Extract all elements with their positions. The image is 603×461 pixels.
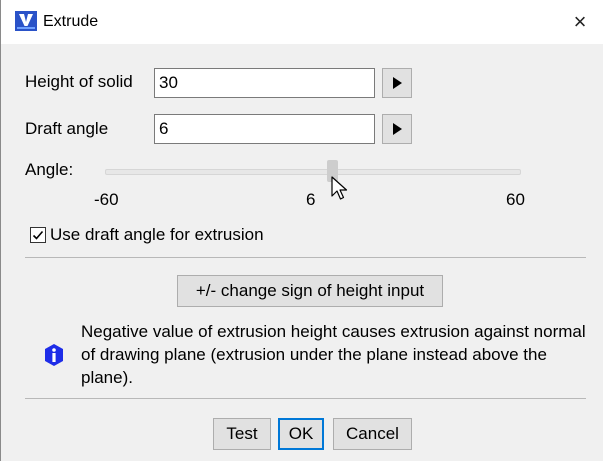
slider-min-label: -60 [94,190,119,209]
divider [25,257,586,258]
play-arrow-icon [392,77,402,89]
info-icon [45,344,63,366]
draft-angle-checkbox-label[interactable]: Use draft angle for extrusion [50,225,264,245]
test-button[interactable]: Test [213,418,271,450]
draft-angle-arrow-button[interactable] [382,114,412,144]
angle-label: Angle: [25,160,74,179]
close-icon: × [573,9,587,34]
height-label: Height of solid [25,72,133,91]
extrude-dialog: Extrude × Height of solid Draft angle An… [0,0,603,461]
change-sign-button[interactable]: +/- change sign of height input [177,275,443,307]
window-title: Extrude [43,13,99,30]
app-logo-icon [15,11,37,31]
slider-max-label: 60 [506,190,525,209]
title-bar: Extrude × [1,0,603,44]
cancel-button[interactable]: Cancel [333,418,412,450]
close-button[interactable]: × [557,0,603,44]
play-arrow-icon [392,123,402,135]
info-message: Negative value of extrusion height cause… [81,322,586,387]
checkmark-icon [32,230,44,240]
height-input[interactable] [154,68,375,98]
ok-button[interactable]: OK [278,418,324,450]
mouse-pointer-icon [331,176,348,200]
draft-angle-label: Draft angle [25,119,109,138]
angle-slider-track[interactable] [105,169,521,175]
height-arrow-button[interactable] [382,68,412,98]
draft-angle-input[interactable] [154,114,375,144]
slider-current-label: 6 [306,190,316,209]
divider [25,398,586,399]
draft-angle-checkbox[interactable] [30,227,46,243]
